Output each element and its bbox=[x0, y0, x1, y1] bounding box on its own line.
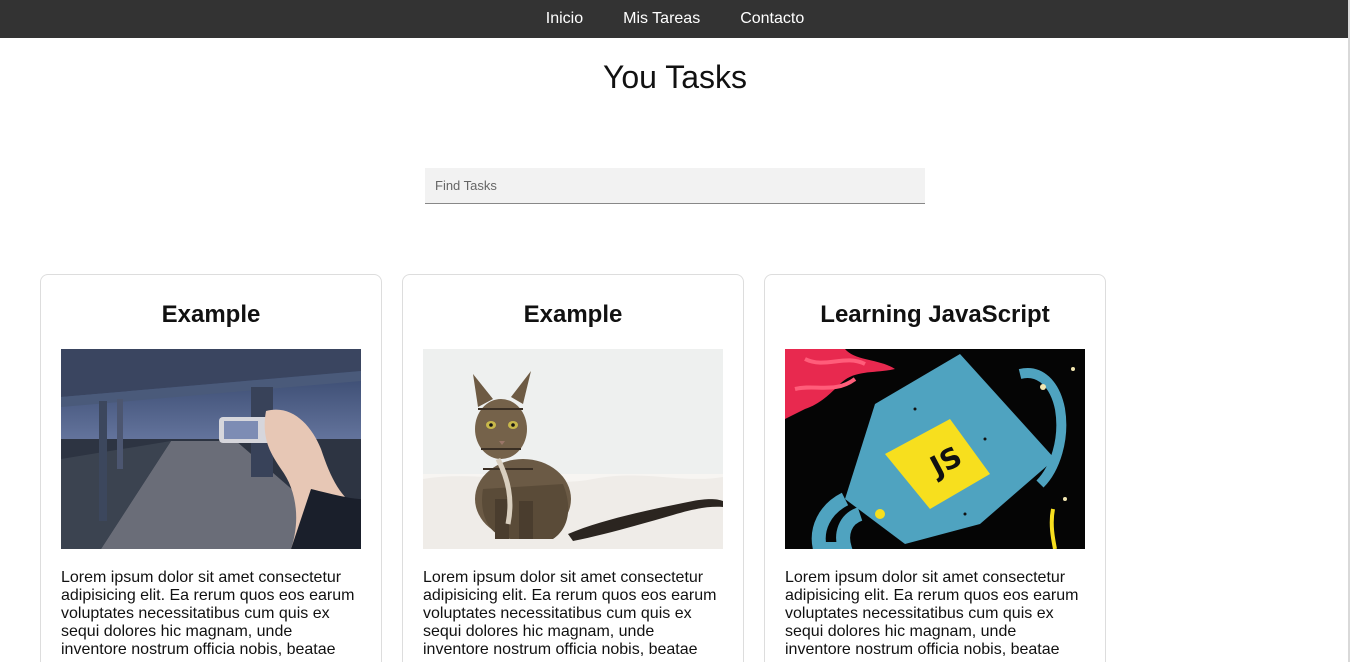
card-title: Example bbox=[523, 301, 623, 328]
cat-photo-icon bbox=[423, 349, 723, 549]
card-description: Lorem ipsum dolor sit amet consectetur a… bbox=[423, 569, 717, 658]
top-navbar: Inicio Mis Tareas Contacto bbox=[0, 0, 1350, 38]
road-bridge-photo-icon bbox=[61, 349, 361, 549]
card-description: Lorem ipsum dolor sit amet consectetur a… bbox=[61, 569, 355, 658]
task-card[interactable]: Example Lorem ipsum dolor sit amet conse… bbox=[40, 274, 382, 662]
nav-link-inicio[interactable]: Inicio bbox=[526, 0, 603, 38]
nav-link-mis-tareas[interactable]: Mis Tareas bbox=[603, 0, 720, 38]
search-box bbox=[425, 168, 925, 204]
task-cards: Example Lorem ipsum dolor sit amet conse… bbox=[40, 274, 1106, 662]
task-card[interactable]: Learning JavaScript JS Lorem ipsum dolor… bbox=[764, 274, 1106, 662]
task-card[interactable]: Example Lorem ipsum dolor sit amet conse… bbox=[402, 274, 744, 662]
card-description: Lorem ipsum dolor sit amet consectetur a… bbox=[785, 569, 1079, 658]
card-title: Learning JavaScript bbox=[820, 301, 1050, 328]
page-title: You Tasks bbox=[602, 59, 748, 95]
search-input[interactable] bbox=[425, 168, 925, 204]
nav-link-contacto[interactable]: Contacto bbox=[720, 0, 824, 38]
card-title: Example bbox=[161, 301, 261, 328]
js-mug-illustration-icon: JS bbox=[785, 349, 1085, 549]
